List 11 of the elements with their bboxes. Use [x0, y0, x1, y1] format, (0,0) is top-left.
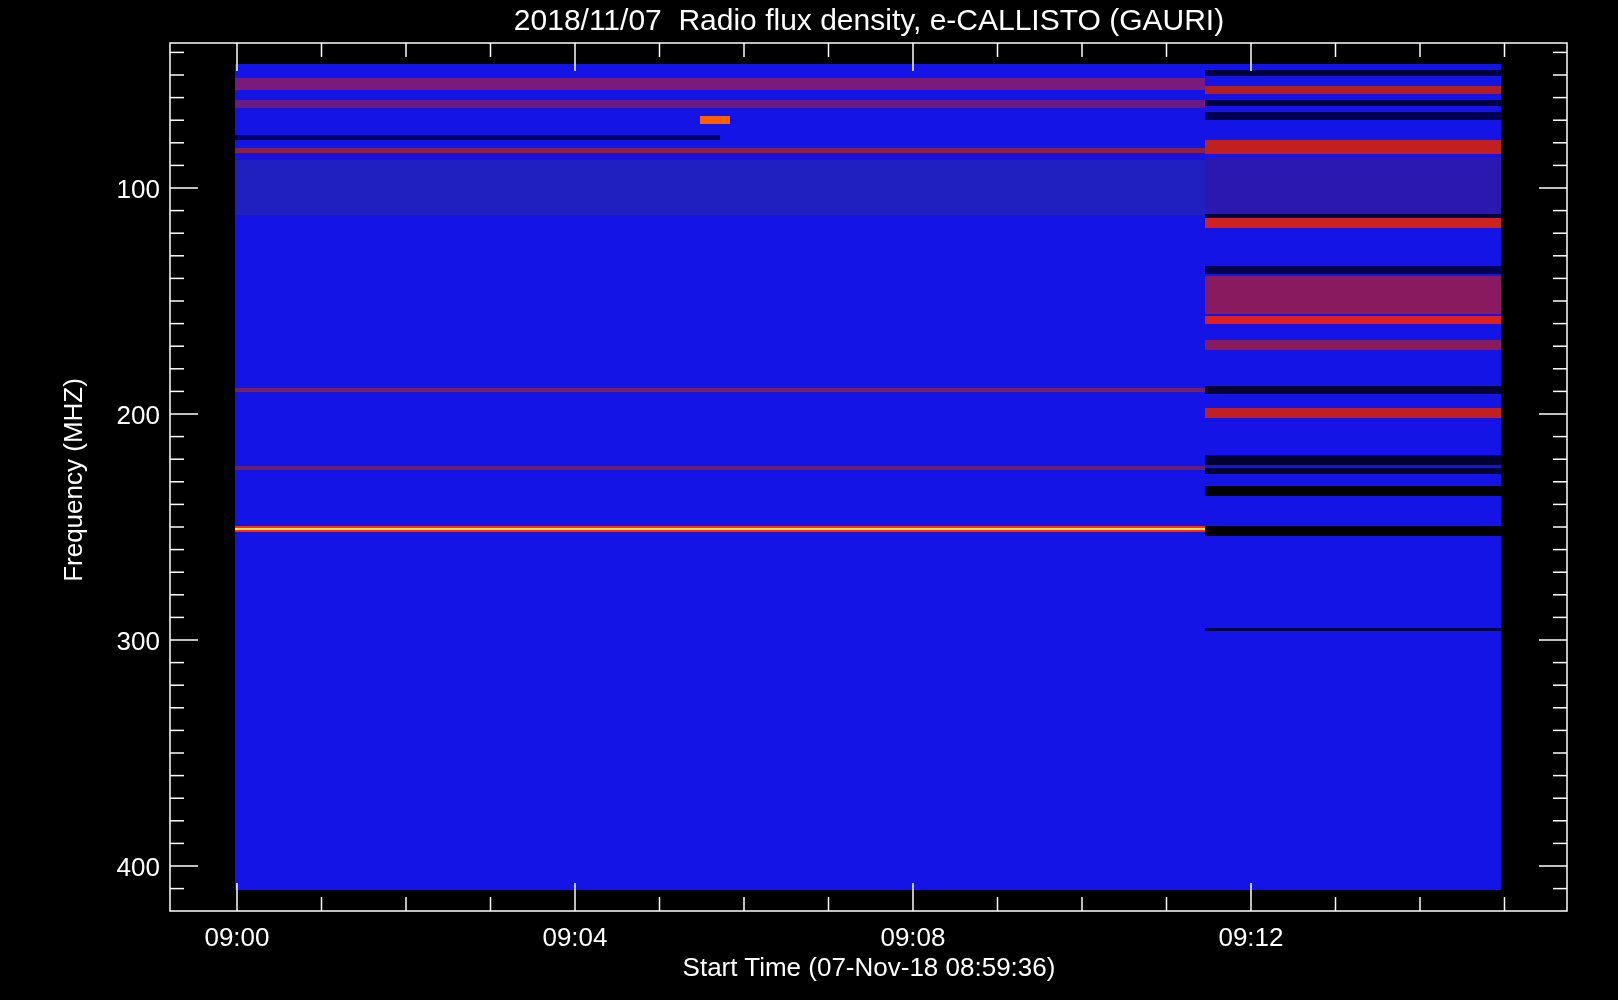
x-tick-label: 09:00	[204, 922, 270, 952]
y-tick-label: 200	[116, 400, 160, 430]
x-tick-label: 09:12	[1218, 922, 1284, 952]
x-tick-label: 09:04	[542, 922, 608, 952]
y-tick-label: 400	[116, 852, 160, 882]
y-axis-label: Frequency (MHZ)	[58, 378, 88, 582]
x-tick-label: 09:08	[880, 922, 946, 952]
x-axis-label: Start Time (07-Nov-18 08:59:36)	[682, 952, 1056, 982]
y-tick-label: 100	[116, 174, 160, 204]
chart-title: 2018/11/07 Radio flux density, e-CALLISTO (GAURI)	[513, 3, 1225, 36]
y-tick-label: 300	[116, 626, 160, 656]
